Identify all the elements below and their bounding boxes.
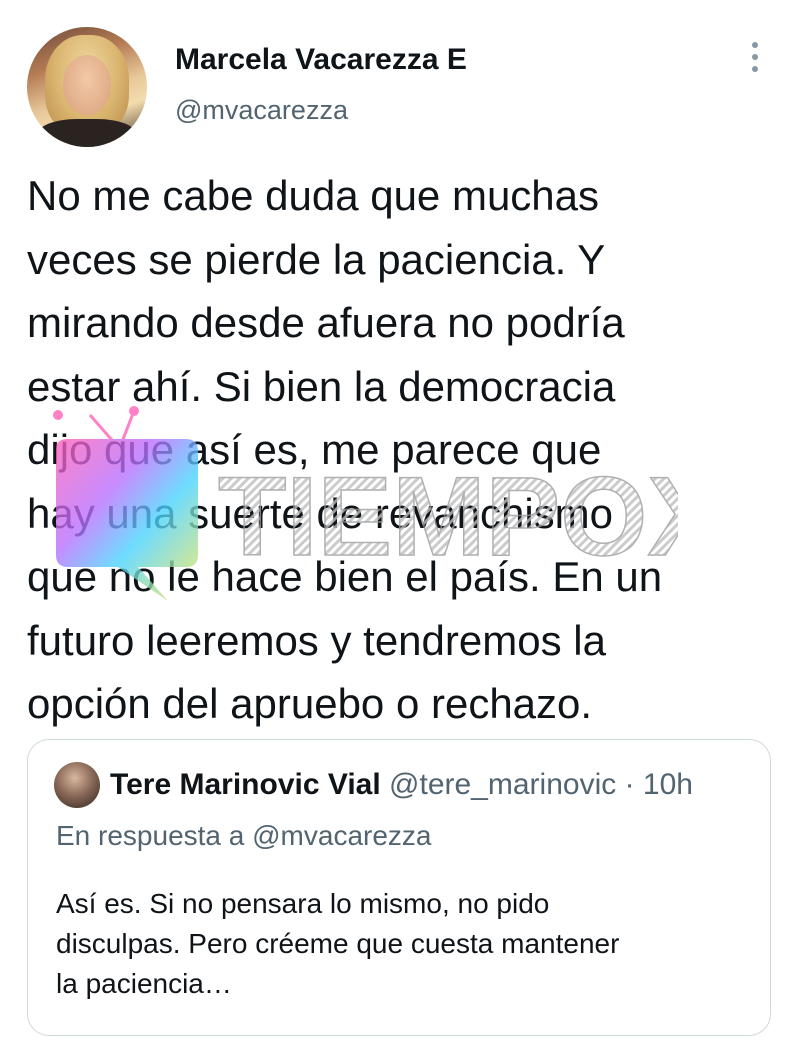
- tweet-line: mirando desde afuera no podría: [27, 299, 625, 346]
- avatar-face: [63, 55, 111, 115]
- tweet-text: No me cabe duda que muchas veces se pier…: [27, 164, 767, 736]
- reply-context: En respuesta a @mvacarezza: [56, 820, 432, 851]
- meta-separator: ·: [624, 768, 635, 801]
- quoted-tweet-card[interactable]: Tere Marinovic Vial @tere_marinovic · 10…: [27, 739, 771, 1036]
- quoted-author-avatar[interactable]: [54, 762, 100, 808]
- author-handle[interactable]: @mvacarezza: [175, 95, 348, 126]
- quoted-author-name[interactable]: Tere Marinovic Vial: [110, 768, 381, 801]
- tweet-line: dijo que así es, me parece que: [27, 426, 602, 473]
- quoted-header: Tere Marinovic Vial @tere_marinovic · 10…: [110, 768, 693, 802]
- tweet-line: veces se pierde la paciencia. Y: [27, 235, 606, 283]
- tweet-line: No me cabe duda que muchas: [27, 172, 600, 219]
- author-avatar[interactable]: [27, 27, 147, 147]
- author-name[interactable]: Marcela Vacarezza E: [175, 43, 467, 77]
- tweet-line: estar ahí. Si bien la democracia: [27, 362, 616, 410]
- tweet-line: que no le hace bien el país. En un: [27, 553, 663, 600]
- quoted-line: la paciencia…: [56, 968, 232, 999]
- tweet-line: futuro leeremos y tendremos la: [27, 616, 606, 664]
- avatar-shirt: [37, 119, 137, 147]
- quoted-line: Así es. Si no pensara lo mismo, no pido: [56, 888, 550, 919]
- tweet-line: hay una suerte de revanchismo: [27, 489, 614, 537]
- tweet-line: opción del apruebo o rechazo.: [27, 680, 593, 727]
- quoted-timestamp[interactable]: 10h: [643, 768, 693, 801]
- more-vertical-icon[interactable]: [744, 42, 766, 82]
- quoted-line: disculpas. Pero créeme que cuesta manten…: [56, 928, 620, 959]
- quoted-tweet-text: Así es. Si no pensara lo mismo, no pido …: [56, 884, 619, 1004]
- quoted-author-handle[interactable]: @tere_marinovic: [389, 768, 616, 801]
